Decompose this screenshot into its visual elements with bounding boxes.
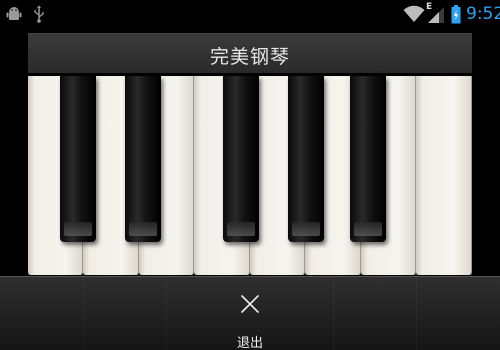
android-icon <box>6 7 22 20</box>
white-key-8[interactable] <box>416 76 472 275</box>
wifi-icon <box>403 5 425 22</box>
black-key-5[interactable] <box>350 76 386 242</box>
usb-icon <box>34 5 44 23</box>
app-title: 完美钢琴 <box>209 46 290 68</box>
exit-label: 退出 <box>236 336 263 350</box>
black-key-2[interactable] <box>125 76 161 242</box>
divider <box>416 277 417 350</box>
close-icon <box>241 295 259 313</box>
black-key-3[interactable] <box>223 76 259 242</box>
battery-icon <box>451 5 461 24</box>
status-bar: E 9:52 <box>0 0 500 28</box>
black-key-1[interactable] <box>60 76 96 242</box>
black-key-4[interactable] <box>288 76 324 242</box>
divider <box>333 277 334 350</box>
title-bar: 完美钢琴 <box>28 33 472 73</box>
clock: 9:52 <box>466 4 500 24</box>
exit-button[interactable]: 退出 <box>215 277 285 350</box>
divider <box>166 277 167 350</box>
signal-icon <box>428 7 444 23</box>
divider <box>83 277 84 350</box>
bottom-bar: 退出 <box>0 276 500 350</box>
piano-keyboard <box>28 76 472 275</box>
